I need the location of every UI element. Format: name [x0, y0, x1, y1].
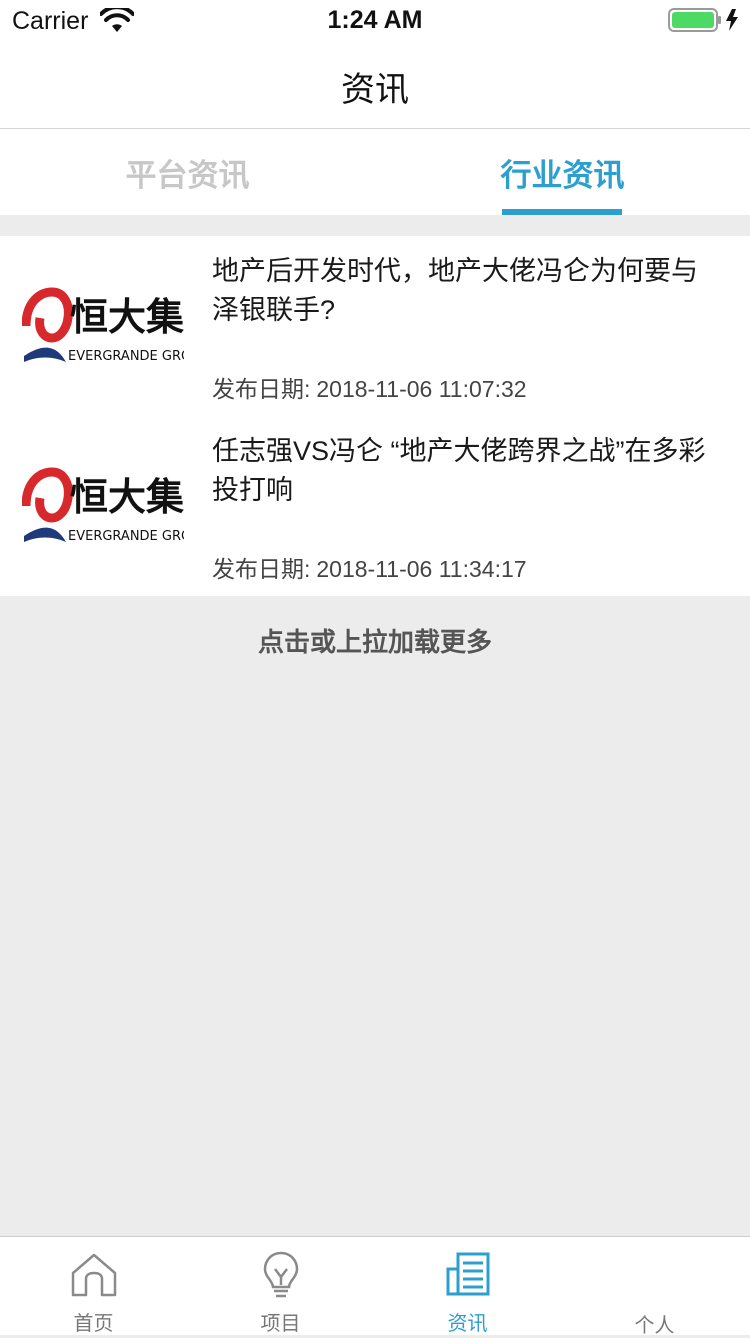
- news-item[interactable]: 恒大集团 EVERGRANDE GROUP 地产后开发时代，地产大佬冯仑为何要与…: [0, 236, 750, 416]
- tabbar-projects-label: 项目: [260, 1313, 301, 1335]
- evergrande-logo: 恒大集团 EVERGRANDE GROUP: [22, 287, 184, 364]
- tab-industry-news[interactable]: 行业资讯: [375, 129, 750, 215]
- news-title: 任志强VS冯仑 “地产大佬跨界之战”在多彩投打响: [212, 436, 706, 505]
- tab-platform-news[interactable]: 平台资讯: [0, 129, 375, 215]
- evergrande-logo: 恒大集团 EVERGRANDE GROUP: [22, 467, 184, 544]
- load-more-button[interactable]: 点击或上拉加载更多: [0, 622, 750, 659]
- status-time: 1:24 AM: [327, 6, 423, 34]
- news-title: 地产后开发时代，地产大佬冯仑为何要与泽银联手?: [212, 256, 698, 325]
- news-item[interactable]: 恒大集团 EVERGRANDE GROUP 任志强VS冯仑 “地产大佬跨界之战”…: [0, 416, 750, 596]
- lightbulb-icon: [263, 1251, 299, 1298]
- news-list: 恒大集团 EVERGRANDE GROUP 地产后开发时代，地产大佬冯仑为何要与…: [0, 236, 750, 596]
- date-value: 2018-11-06 11:07:32: [316, 376, 527, 402]
- news-date: 发布日期: 2018-11-06 11:34:17: [212, 550, 527, 584]
- logo-english-name: EVERGRANDE GROUP: [68, 349, 184, 364]
- tabbar-projects[interactable]: 项目: [187, 1237, 374, 1335]
- date-label: 发布日期:: [212, 376, 311, 402]
- page-title: 资讯: [341, 71, 409, 109]
- status-bar: Carrier 1:24 AM: [0, 0, 750, 40]
- newspaper-icon: [446, 1252, 490, 1296]
- tabbar-news[interactable]: 资讯: [374, 1237, 561, 1335]
- tabbar-home-label: 首页: [73, 1313, 114, 1335]
- tabbar-profile[interactable]: 个人: [561, 1237, 748, 1337]
- bottom-tab-bar: 首页 项目 资讯 个人: [0, 1236, 750, 1337]
- tabbar-news-label: 资讯: [447, 1313, 488, 1335]
- news-date: 发布日期: 2018-11-06 11:07:32: [212, 370, 527, 404]
- news-category-tabs: 平台资讯 行业资讯: [0, 129, 750, 215]
- date-label: 发布日期:: [212, 556, 311, 582]
- home-icon: [71, 1253, 117, 1297]
- logo-chinese-name: 恒大集团: [70, 295, 184, 339]
- active-tab-indicator: [502, 209, 622, 215]
- logo-english-name: EVERGRANDE GROUP: [68, 529, 184, 544]
- battery-charging-icon: [668, 8, 738, 32]
- logo-chinese-name: 恒大集团: [70, 475, 184, 519]
- navigation-bar: 资讯: [0, 40, 750, 129]
- date-value: 2018-11-06 11:34:17: [316, 556, 527, 582]
- tabbar-home[interactable]: 首页: [0, 1237, 187, 1335]
